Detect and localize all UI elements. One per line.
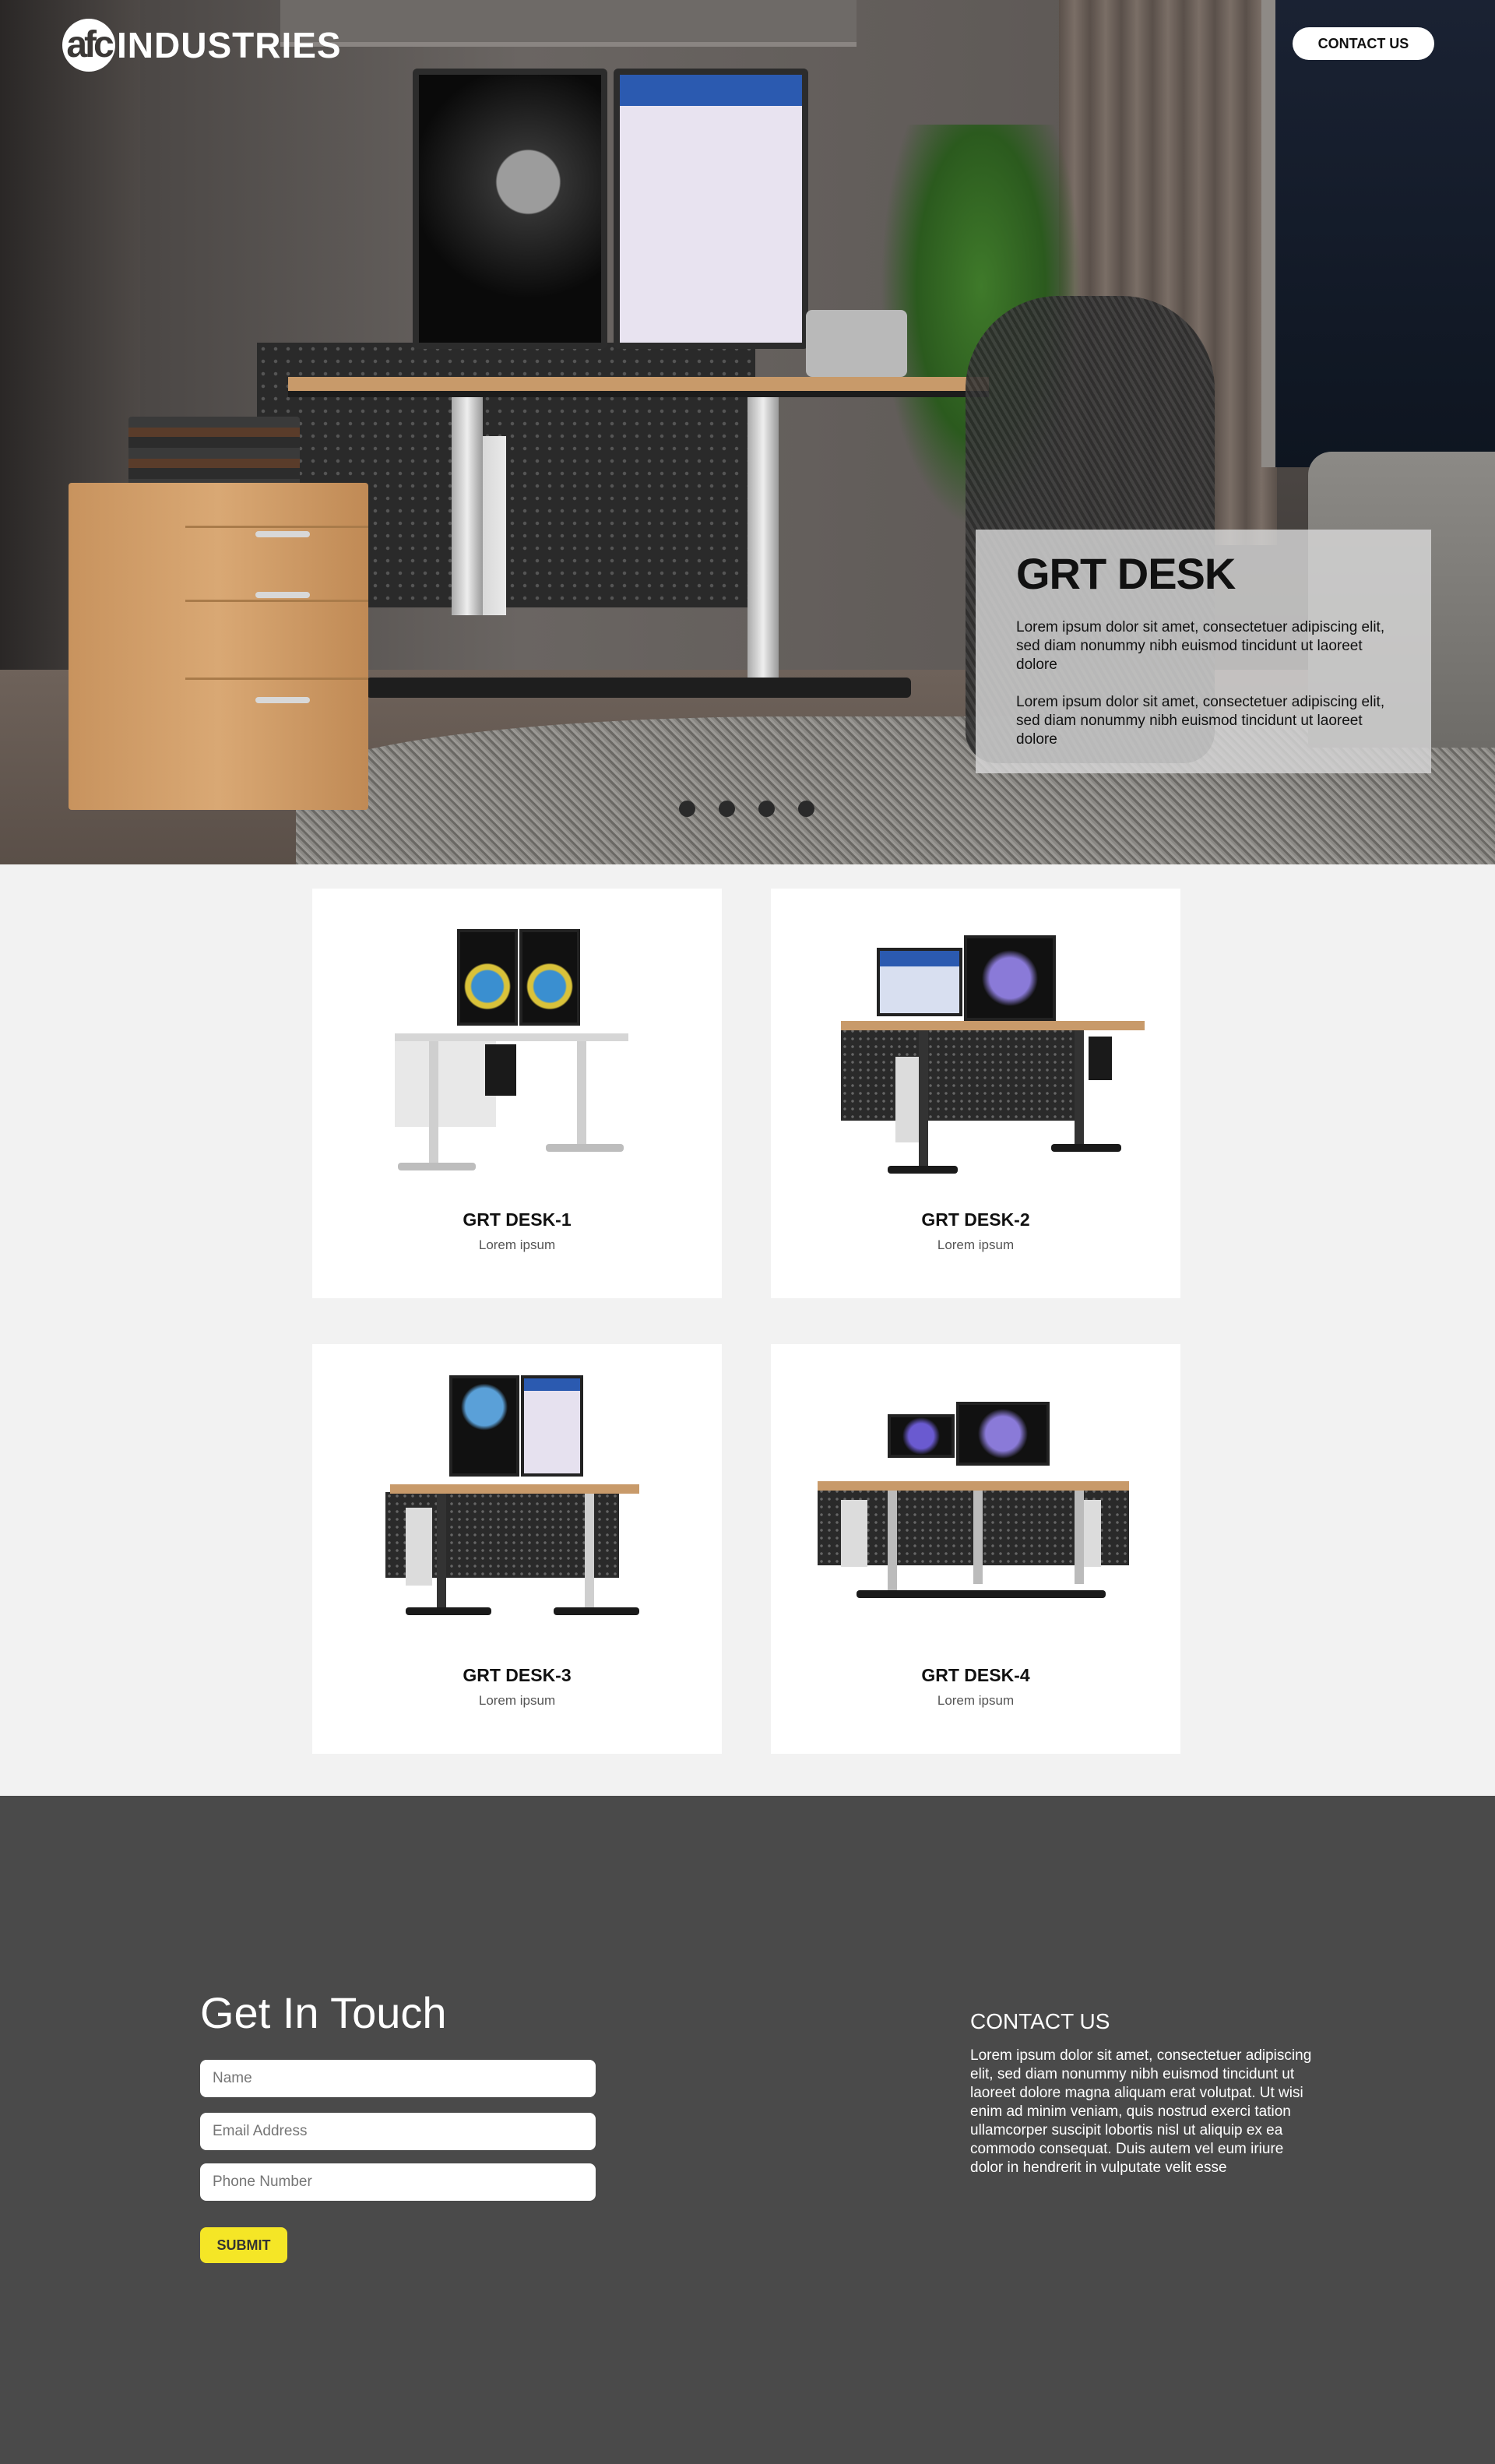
hero-paragraph: Lorem ipsum dolor sit amet, consectetuer…: [1016, 618, 1385, 673]
desk-leg: [1075, 1030, 1084, 1147]
product-card-1[interactable]: GRT DESK-1 Lorem ipsum: [312, 889, 722, 1298]
contact-heading: Get In Touch: [200, 1988, 447, 2037]
contact-info-title: CONTACT US: [970, 2009, 1110, 2033]
desk-monitor: [457, 929, 518, 1026]
desk-leg: [1075, 1491, 1084, 1584]
desk-cpu: [841, 1500, 867, 1567]
cabinet-drawer: [185, 678, 368, 680]
product-image: [841, 920, 1145, 1184]
desk-monitor: [521, 1375, 583, 1477]
product-image: [382, 1375, 652, 1640]
desk-leg: [577, 1041, 586, 1147]
email-input[interactable]: [200, 2113, 596, 2150]
desk-foot: [857, 1590, 1106, 1598]
hero-desk-leg: [748, 397, 779, 693]
desk-top: [818, 1481, 1129, 1491]
hero-desk-top: [288, 377, 989, 397]
product-image: [382, 920, 652, 1184]
logo-mark: afc: [62, 19, 115, 72]
product-image: [818, 1375, 1129, 1640]
product-subtitle: Lorem ipsum: [478, 1693, 556, 1708]
product-card-2[interactable]: GRT DESK-2 Lorem ipsum: [771, 889, 1180, 1298]
hero-shelf: [280, 0, 857, 47]
hero-desk-phone: [806, 310, 907, 377]
contact-info-text: Lorem ipsum dolor sit amet, consectetuer…: [970, 2047, 1312, 2176]
product-name: GRT DESK-3: [463, 1665, 572, 1685]
phone-input[interactable]: [200, 2163, 596, 2201]
site-logo[interactable]: afc INDUSTRIES: [62, 19, 342, 72]
desk-monitor: [449, 1375, 519, 1477]
hero-banner: afc INDUSTRIES CONTACT US GRT DESK Lorem…: [0, 0, 1495, 864]
hero-title: GRT DESK: [1016, 549, 1236, 598]
hero-books: [128, 417, 300, 487]
contact-us-button[interactable]: CONTACT US: [1293, 27, 1434, 60]
cabinet-handle: [255, 531, 310, 537]
hero-monitor-left: [413, 69, 607, 349]
desk-leg: [429, 1041, 438, 1166]
desk-leg: [973, 1491, 983, 1584]
hero-desk-foot: [366, 678, 911, 698]
desk-foot: [546, 1144, 624, 1152]
cabinet-handle: [255, 697, 310, 703]
name-input[interactable]: [200, 2060, 596, 2097]
desk-foot: [398, 1163, 476, 1170]
desk-monitor: [956, 1402, 1050, 1466]
hero-paragraph: Lorem ipsum dolor sit amet, consectetuer…: [1016, 693, 1385, 748]
cabinet-drawer: [185, 526, 368, 528]
desk-top: [841, 1021, 1145, 1030]
desk-panel: [395, 1041, 496, 1127]
hero-window: [1261, 0, 1495, 467]
hero-cabinet: [69, 483, 368, 810]
slider-dots: [679, 801, 814, 817]
desk-foot: [406, 1607, 491, 1615]
desk-top: [395, 1033, 628, 1041]
desk-panel: [841, 1027, 1075, 1121]
desk-foot: [888, 1166, 958, 1174]
desk-cpu: [1089, 1037, 1112, 1080]
slider-dot-4[interactable]: [798, 801, 814, 817]
desk-top: [390, 1484, 639, 1494]
desk-leg: [437, 1494, 446, 1610]
cabinet-drawer: [185, 600, 368, 602]
desk-leg: [888, 1491, 897, 1592]
desk-cpu: [406, 1508, 432, 1586]
product-card-3[interactable]: GRT DESK-3 Lorem ipsum: [312, 1344, 722, 1754]
desk-monitor: [964, 935, 1056, 1021]
product-subtitle: Lorem ipsum: [937, 1693, 1015, 1708]
product-name: GRT DESK-2: [921, 1209, 1030, 1230]
desk-leg: [585, 1494, 594, 1610]
desk-monitor: [877, 948, 962, 1016]
desk-monitor: [888, 1414, 955, 1458]
slider-dot-2[interactable]: [719, 801, 735, 817]
desk-leg: [919, 1030, 928, 1170]
desk-foot: [1051, 1144, 1121, 1152]
slider-dot-1[interactable]: [679, 801, 695, 817]
product-name: GRT DESK-4: [921, 1665, 1030, 1685]
product-subtitle: Lorem ipsum: [937, 1237, 1015, 1252]
submit-button[interactable]: SUBMIT: [200, 2227, 287, 2263]
cabinet-handle: [255, 592, 310, 598]
product-subtitle: Lorem ipsum: [478, 1237, 556, 1252]
hero-caption: GRT DESK Lorem ipsum dolor sit amet, con…: [976, 530, 1431, 773]
product-name: GRT DESK-1: [463, 1209, 572, 1230]
hero-desk-leg: [452, 397, 483, 615]
desk-monitor: [519, 929, 580, 1026]
desk-foot: [554, 1607, 639, 1615]
slider-dot-3[interactable]: [758, 801, 775, 817]
desk-cpu: [485, 1044, 516, 1096]
logo-text: INDUSTRIES: [117, 25, 342, 65]
hero-monitor-right: [614, 69, 808, 349]
product-card-4[interactable]: GRT DESK-4 Lorem ipsum: [771, 1344, 1180, 1754]
